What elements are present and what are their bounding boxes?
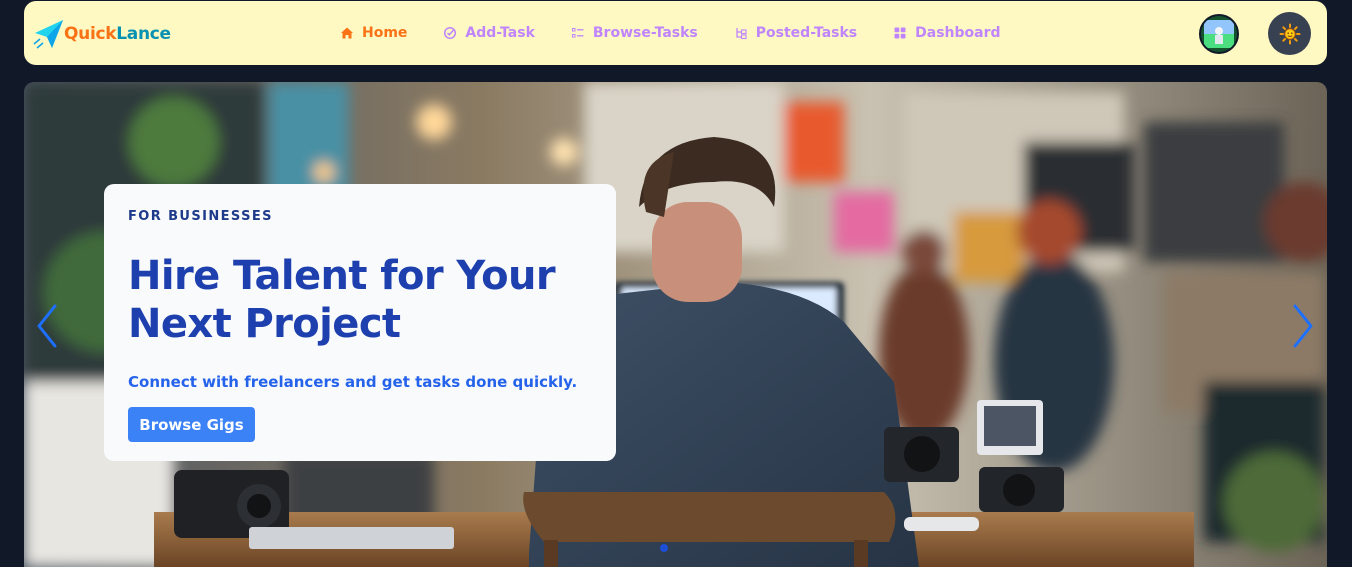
carousel-dot-active[interactable] [660, 544, 668, 552]
list-icon [571, 26, 585, 40]
nav-item-label: Home [362, 25, 408, 41]
nav-item-home[interactable]: Home [340, 25, 407, 41]
hero-card: FOR BUSINESSES Hire Talent for Your Next… [104, 184, 616, 461]
brand-name: QuickLance [64, 24, 171, 44]
chevron-right-icon [1293, 304, 1313, 348]
nav-item-posted-tasks[interactable]: Posted-Tasks [734, 25, 857, 41]
brand-logo[interactable]: QuickLance [32, 17, 171, 51]
dashboard-icon [893, 26, 907, 40]
browse-gigs-button[interactable]: Browse Gigs [128, 407, 255, 442]
brand-name-part2: Lance [116, 24, 171, 44]
nav-item-browse-tasks[interactable]: Browse-Tasks [571, 25, 698, 41]
nav-item-label: Browse-Tasks [592, 25, 698, 41]
paper-plane-icon [33, 20, 63, 49]
nav-item-add-task[interactable]: Add-Task [443, 25, 535, 41]
brand-name-part1: Quick [64, 24, 117, 44]
posted-icon [734, 26, 748, 40]
nav-item-label: Posted-Tasks [755, 25, 858, 41]
hero-carousel: FOR BUSINESSES Hire Talent for Your Next… [24, 82, 1327, 567]
home-icon [340, 26, 354, 40]
user-avatar-icon[interactable] [1199, 14, 1239, 54]
main-nav: Home Add-Task Browse-Tasks Posted-Tasks … [340, 1, 1037, 65]
chevron-left-icon [37, 304, 57, 348]
nav-item-label: Dashboard [915, 25, 1001, 41]
theme-toggle-button[interactable] [1268, 12, 1311, 55]
sun-icon [1279, 23, 1300, 44]
carousel-next-button[interactable] [1289, 302, 1317, 350]
hero-subtitle: Connect with freelancers and get tasks d… [128, 373, 578, 391]
hero-kicker: FOR BUSINESSES [128, 209, 273, 224]
add-task-icon [443, 26, 457, 40]
carousel-prev-button[interactable] [33, 302, 61, 350]
hero-title: Hire Talent for Your Next Project [128, 253, 556, 347]
carousel-pagination [660, 544, 668, 552]
nav-item-dashboard[interactable]: Dashboard [893, 25, 1001, 41]
top-navbar: QuickLance Home Add-Task Browse-Tasks Po… [24, 1, 1327, 65]
nav-item-label: Add-Task [465, 25, 535, 41]
